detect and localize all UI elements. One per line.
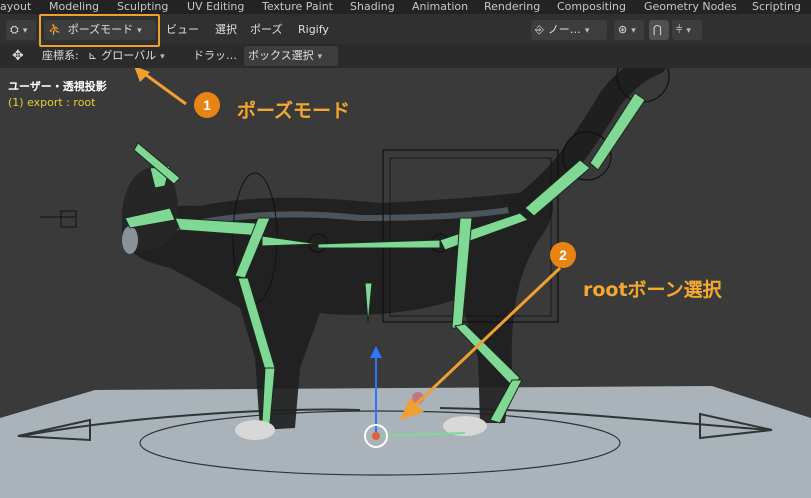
ground-plane bbox=[0, 386, 811, 498]
menu-select[interactable]: 選択 bbox=[215, 20, 237, 40]
tab-modeling[interactable]: Modeling bbox=[49, 0, 99, 14]
editor-type-icon: ⛭ bbox=[10, 23, 19, 36]
empty-object bbox=[60, 210, 77, 228]
tab-geometry-nodes[interactable]: Geometry Nodes bbox=[644, 0, 737, 14]
chevron-down-icon: ▾ bbox=[631, 26, 636, 36]
menu-view[interactable]: ビュー bbox=[166, 20, 199, 40]
snap-target-button[interactable]: ⊛ ▾ bbox=[614, 20, 644, 40]
menu-rigify[interactable]: Rigify bbox=[298, 20, 329, 40]
pivot-icon: ⎆ bbox=[535, 23, 544, 36]
tab-uv-editing[interactable]: UV Editing bbox=[187, 0, 244, 14]
coordinate-system-label: 座標系: bbox=[42, 49, 79, 62]
object-info: (1) export : root bbox=[8, 96, 96, 109]
z-axis-arrowhead bbox=[370, 346, 382, 358]
menu-pose[interactable]: ポーズ bbox=[250, 20, 282, 40]
proportional-icon: ⫩ bbox=[676, 23, 683, 36]
chevron-down-icon: ▾ bbox=[160, 52, 165, 62]
cat-tail bbox=[508, 68, 666, 220]
tab-sculpting[interactable]: Sculpting bbox=[117, 0, 168, 14]
view-name: ユーザー・透視投影 bbox=[8, 80, 107, 93]
chevron-down-icon: ▾ bbox=[584, 26, 590, 36]
orientation-label: ノー… bbox=[547, 23, 581, 36]
editor-type-button[interactable]: ⛭ ▾ bbox=[6, 20, 36, 40]
coordinate-system-dropdown[interactable]: ⊾ グローバル ▾ bbox=[84, 46, 182, 66]
tab-rendering[interactable]: Rendering bbox=[484, 0, 540, 14]
tool-settings-bar: ✥ 座標系: ⊾ グローバル ▾ ドラッ… ボックス選択 ▾ bbox=[0, 44, 811, 68]
select-mode-value: ボックス選択 bbox=[248, 49, 314, 62]
workspace-tabs: ayout Modeling Sculpting UV Editing Text… bbox=[0, 0, 811, 14]
mode-highlight-box bbox=[39, 14, 160, 47]
snap-toggle[interactable]: ⋂ bbox=[649, 20, 669, 40]
step1-arrow bbox=[141, 70, 187, 106]
cat-muzzle bbox=[122, 226, 138, 254]
tab-scripting[interactable]: Scripting bbox=[752, 0, 801, 14]
step2-note: rootボーン選択 bbox=[583, 279, 722, 301]
drag-label[interactable]: ドラッ… bbox=[193, 47, 237, 65]
chevron-down-icon: ▾ bbox=[317, 52, 323, 62]
coordinate-system-value: グローバル bbox=[101, 49, 157, 62]
global-axis-icon: ⊾ bbox=[88, 49, 98, 62]
move-tool-icon[interactable]: ✥ bbox=[12, 47, 24, 65]
transform-orientation-dropdown[interactable]: ⎆ ノー… ▾ bbox=[531, 20, 607, 40]
tab-layout[interactable]: ayout bbox=[0, 0, 31, 14]
root-gizmo-center bbox=[372, 432, 380, 440]
magnet-icon: ⋂ bbox=[653, 23, 663, 36]
chevron-down-icon: ▾ bbox=[22, 26, 28, 36]
snap-icon: ⊛ bbox=[618, 23, 628, 36]
front-paw bbox=[235, 420, 275, 440]
tab-compositing[interactable]: Compositing bbox=[557, 0, 626, 14]
step2-badge: 2 bbox=[550, 242, 576, 268]
tab-texture-paint[interactable]: Texture Paint bbox=[262, 0, 333, 14]
select-mode-dropdown[interactable]: ボックス選択 ▾ bbox=[244, 46, 338, 66]
tab-shading[interactable]: Shading bbox=[350, 0, 395, 14]
step1-note: ポーズモード bbox=[237, 100, 351, 122]
chevron-down-icon: ▾ bbox=[686, 26, 691, 36]
step1-badge: 1 bbox=[194, 92, 220, 118]
tab-animation[interactable]: Animation bbox=[412, 0, 468, 14]
proportional-edit-button[interactable]: ⫩ ▾ bbox=[672, 20, 702, 40]
